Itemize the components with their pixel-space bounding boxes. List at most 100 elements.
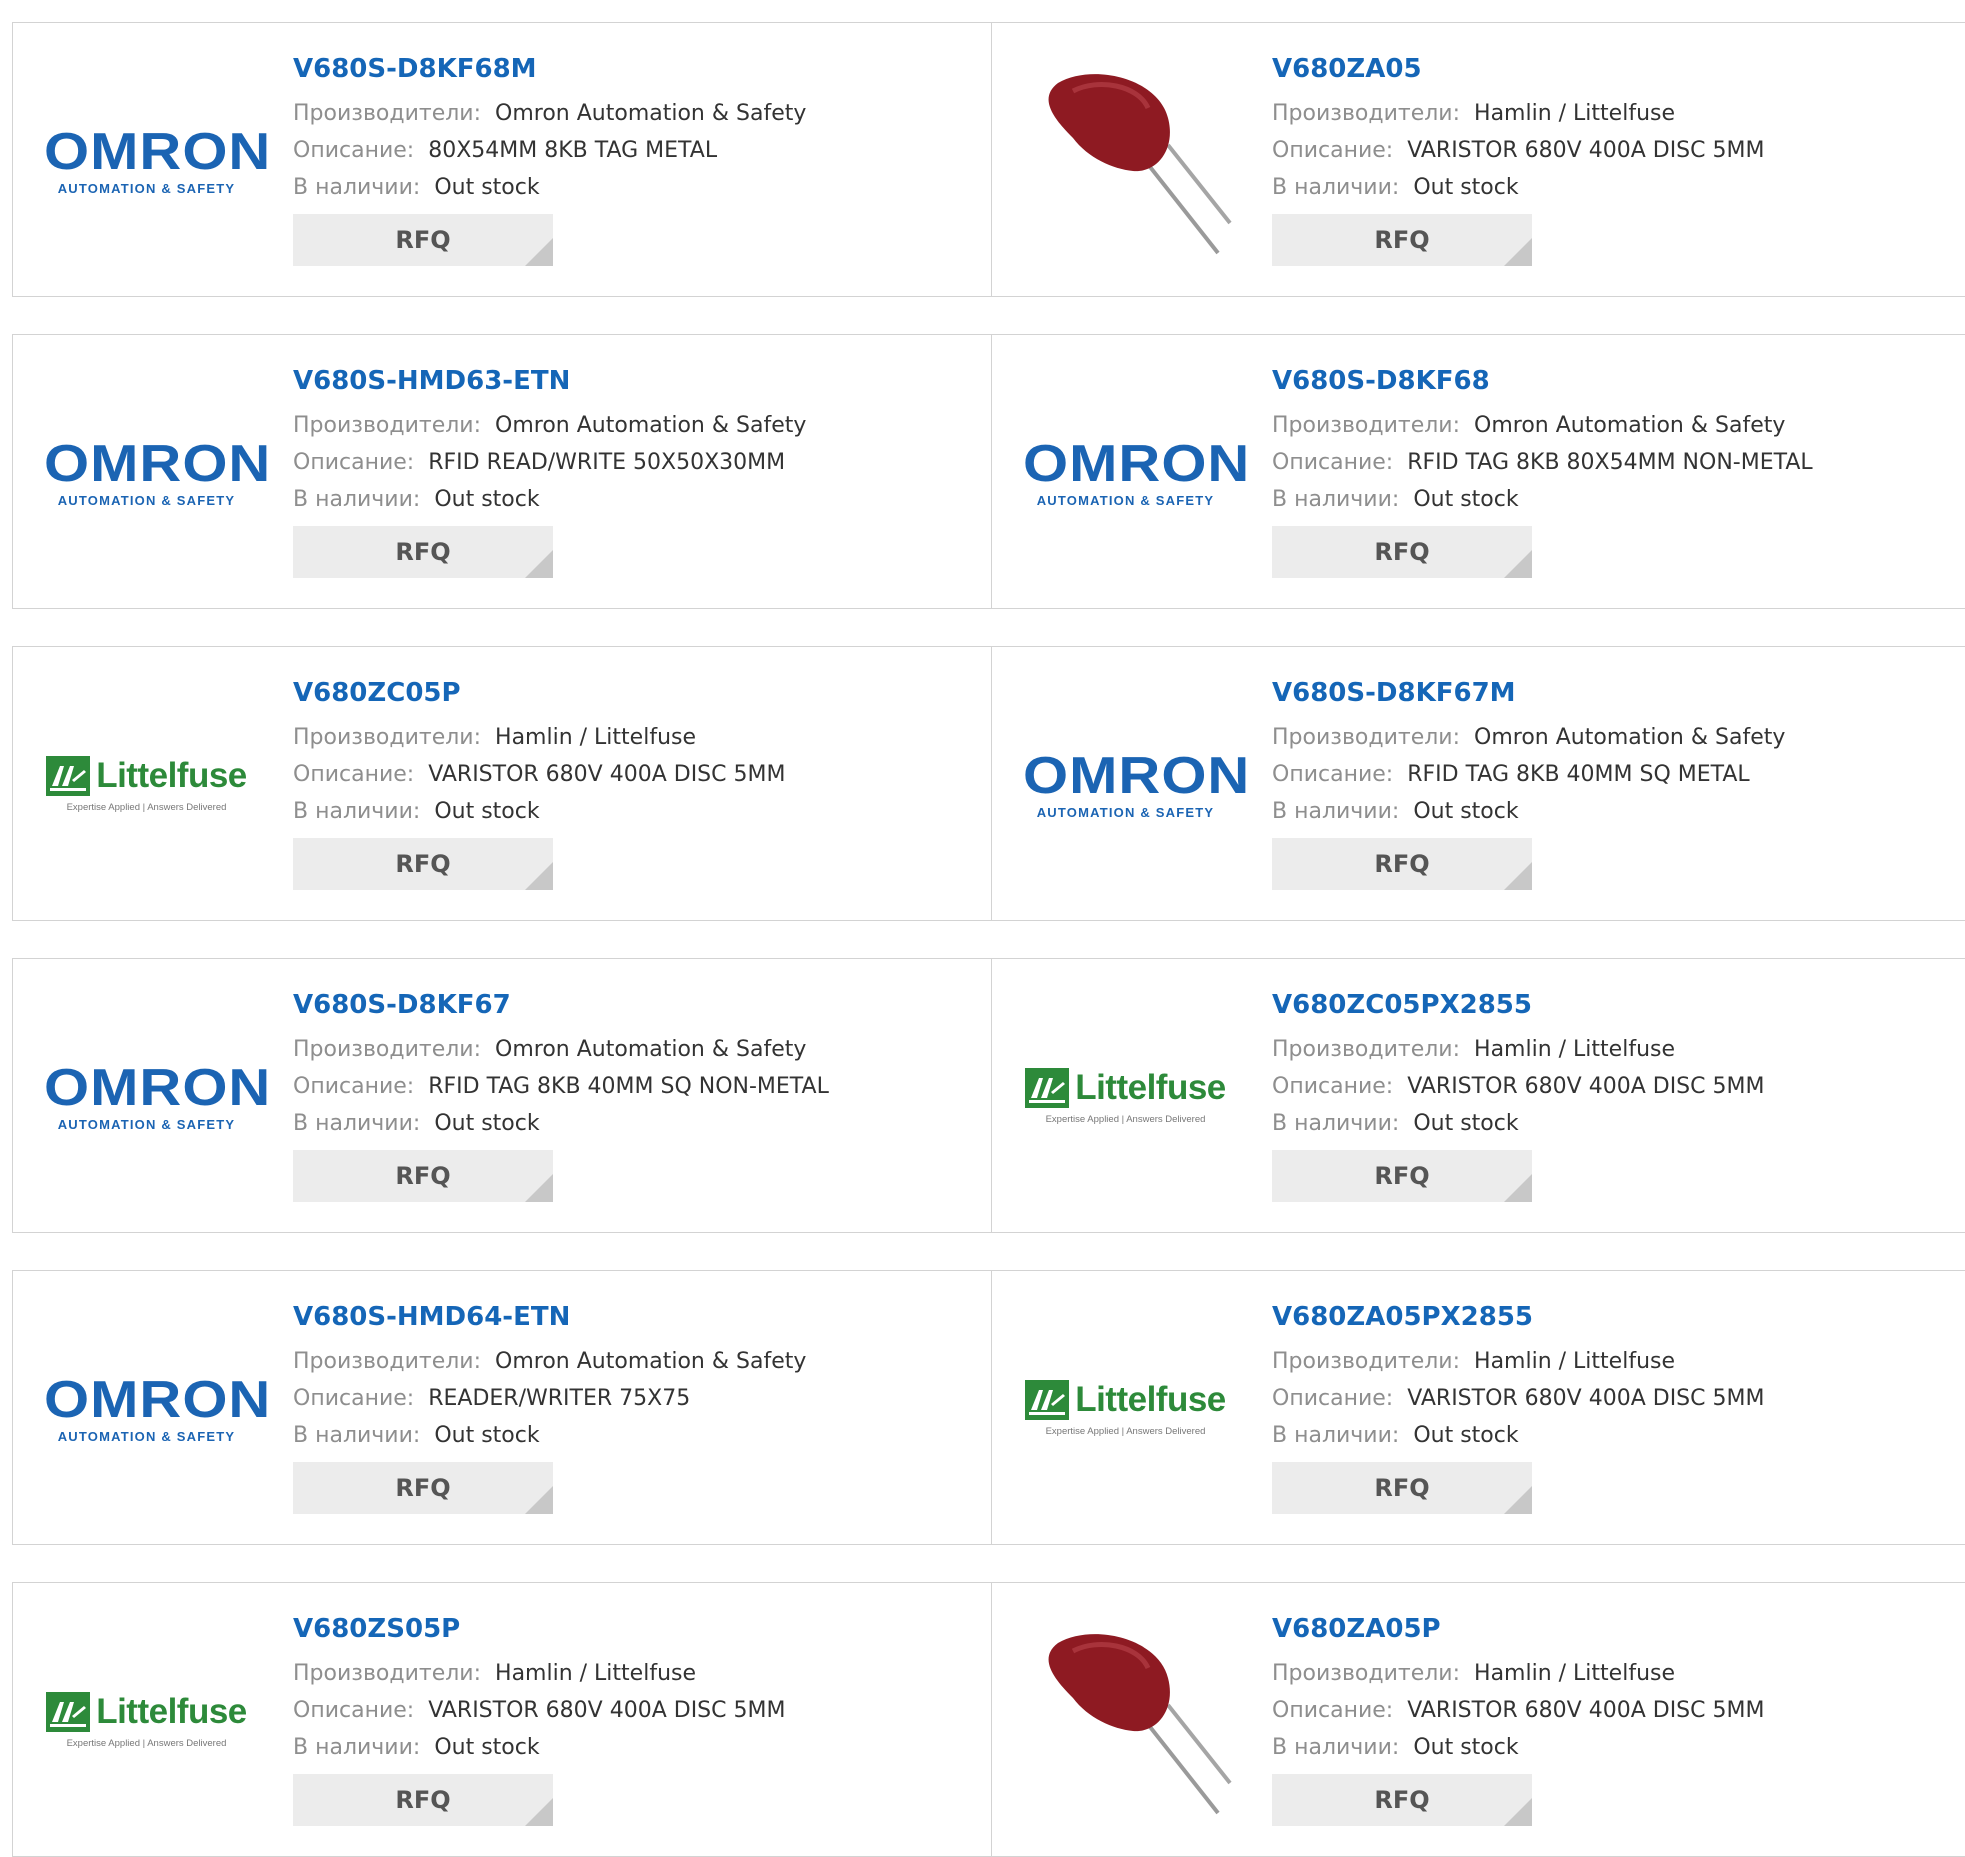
rfq-button-label: RFQ (1374, 538, 1430, 566)
manufacturer-logo: Littelfuse Expertise Applied | Answers De… (1018, 999, 1233, 1194)
manufacturer-label: Производители: (293, 1349, 482, 1374)
rfq-button[interactable]: RFQ (1272, 838, 1532, 890)
manufacturer-label: Производители: (293, 1661, 482, 1686)
description-label: Описание: (1272, 1386, 1394, 1411)
rfq-button-label: RFQ (395, 1786, 451, 1814)
stock-label: В наличии: (1272, 487, 1400, 512)
manufacturer-logo: OMRON AUTOMATION & SAFETY (1018, 687, 1251, 882)
part-number-link[interactable]: V680S-HMD64-ETN (293, 1301, 971, 1333)
part-number-link[interactable]: V680S-D8KF68M (293, 53, 971, 85)
rfq-corner-decoration (1504, 862, 1532, 890)
stock-line: В наличии: Out stock (1272, 1729, 1949, 1766)
manufacturer-value: Omron Automation & Safety (1474, 413, 1786, 438)
product-card: Littelfuse Expertise Applied | Answers De… (13, 647, 991, 920)
littelfuse-logo-word: Littelfuse (96, 756, 247, 795)
omron-logo: OMRON AUTOMATION & SAFETY (1023, 746, 1251, 820)
stock-value: Out stock (1413, 1423, 1519, 1448)
stock-label: В наличии: (1272, 1423, 1400, 1448)
part-number-link[interactable]: V680ZC05PX2855 (1272, 989, 1949, 1021)
littelfuse-mark-icon (1025, 1380, 1070, 1420)
manufacturer-line: Производители: Hamlin / Littelfuse (1272, 1655, 1949, 1692)
description-line: Описание: VARISTOR 680V 400A DISC 5MM (293, 1692, 971, 1729)
littelfuse-logo-tagline: Expertise Applied | Answers Delivered (66, 1738, 227, 1749)
description-line: Описание: 80X54MM 8KB TAG METAL (293, 132, 971, 169)
product-card: Littelfuse Expertise Applied | Answers De… (991, 1271, 1965, 1544)
part-number-link[interactable]: V680S-D8KF67 (293, 989, 971, 1021)
manufacturer-logo: Littelfuse Expertise Applied | Answers De… (39, 687, 254, 882)
littelfuse-logo: Littelfuse Expertise Applied | Answers De… (44, 756, 249, 813)
stock-value: Out stock (1413, 799, 1519, 824)
littelfuse-mark-icon (1025, 1068, 1070, 1108)
description-line: Описание: VARISTOR 680V 400A DISC 5MM (1272, 1692, 1949, 1729)
manufacturer-label: Производители: (293, 413, 482, 438)
description-value: READER/WRITER 75X75 (428, 1386, 691, 1411)
rfq-button[interactable]: RFQ (293, 1150, 553, 1202)
manufacturer-line: Производители: Hamlin / Littelfuse (293, 1655, 971, 1692)
rfq-corner-decoration (525, 1486, 553, 1514)
manufacturer-value: Omron Automation & Safety (495, 1037, 807, 1062)
stock-value: Out stock (434, 487, 540, 512)
stock-label: В наличии: (293, 1111, 421, 1136)
description-value: RFID TAG 8KB 40MM SQ NON-METAL (428, 1074, 829, 1099)
rfq-button-label: RFQ (395, 226, 451, 254)
description-line: Описание: RFID TAG 8KB 40MM SQ METAL (1272, 756, 1949, 793)
littelfuse-logo-word: Littelfuse (1075, 1380, 1226, 1419)
part-number-link[interactable]: V680ZA05 (1272, 53, 1949, 85)
rfq-button[interactable]: RFQ (1272, 1774, 1532, 1826)
stock-label: В наличии: (293, 487, 421, 512)
product-card: OMRON AUTOMATION & SAFETY V680S-D8KF67M Про… (991, 647, 1965, 920)
manufacturer-line: Производители: Omron Automation & Safety (293, 95, 971, 132)
rfq-button[interactable]: RFQ (293, 1774, 553, 1826)
manufacturer-line: Производители: Omron Automation & Safety (293, 1343, 971, 1380)
stock-line: В наличии: Out stock (293, 1417, 971, 1454)
stock-line: В наличии: Out stock (1272, 169, 1949, 206)
manufacturer-logo: OMRON AUTOMATION & SAFETY (39, 375, 270, 570)
part-number-link[interactable]: V680S-D8KF68 (1272, 365, 1949, 397)
stock-value: Out stock (434, 1111, 540, 1136)
littelfuse-mark-icon (46, 1692, 91, 1732)
rfq-corner-decoration (525, 550, 553, 578)
part-number-link[interactable]: V680S-D8KF67M (1272, 677, 1949, 709)
part-number-link[interactable]: V680ZS05P (293, 1613, 971, 1645)
rfq-corner-decoration (525, 862, 553, 890)
manufacturer-logo: OMRON AUTOMATION & SAFETY (39, 63, 270, 258)
manufacturer-label: Производители: (293, 101, 482, 126)
part-number-link[interactable]: V680ZC05P (293, 677, 971, 709)
littelfuse-logo-tagline: Expertise Applied | Answers Delivered (1045, 1426, 1206, 1437)
rfq-button[interactable]: RFQ (293, 838, 553, 890)
rfq-button-label: RFQ (395, 538, 451, 566)
part-number-link[interactable]: V680S-HMD63-ETN (293, 365, 971, 397)
stock-value: Out stock (1413, 175, 1519, 200)
part-number-link[interactable]: V680ZA05PX2855 (1272, 1301, 1949, 1333)
product-row: OMRON AUTOMATION & SAFETY V680S-D8KF67 Прои… (12, 958, 1965, 1233)
rfq-button[interactable]: RFQ (1272, 214, 1532, 266)
manufacturer-value: Omron Automation & Safety (495, 101, 807, 126)
varistor-image (1048, 74, 1232, 255)
stock-value: Out stock (434, 175, 540, 200)
littelfuse-logo: Littelfuse Expertise Applied | Answers De… (1023, 1380, 1228, 1437)
rfq-button[interactable]: RFQ (293, 214, 553, 266)
omron-logo: OMRON AUTOMATION & SAFETY (44, 437, 270, 508)
description-value: VARISTOR 680V 400A DISC 5MM (1407, 1386, 1765, 1411)
description-label: Описание: (1272, 1698, 1394, 1723)
description-value: VARISTOR 680V 400A DISC 5MM (428, 762, 786, 787)
rfq-button[interactable]: RFQ (293, 526, 553, 578)
description-label: Описание: (293, 762, 415, 787)
rfq-button[interactable]: RFQ (1272, 526, 1532, 578)
description-label: Описание: (293, 450, 415, 475)
stock-value: Out stock (434, 1423, 540, 1448)
product-info: V680S-D8KF67M Производители: Omron Automat… (1272, 677, 1949, 890)
rfq-button-label: RFQ (395, 1162, 451, 1190)
description-line: Описание: RFID READ/WRITE 50X50X30MM (293, 444, 971, 481)
manufacturer-logo: OMRON AUTOMATION & SAFETY (39, 1311, 270, 1506)
part-number-link[interactable]: V680ZA05P (1272, 1613, 1949, 1645)
rfq-button[interactable]: RFQ (1272, 1462, 1532, 1514)
rfq-button[interactable]: RFQ (1272, 1150, 1532, 1202)
varistor-image (1048, 1634, 1232, 1815)
omron-logo-word: OMRON (1023, 746, 1251, 805)
omron-logo-subtitle: AUTOMATION & SAFETY (57, 1117, 236, 1132)
manufacturer-logo: OMRON AUTOMATION & SAFETY (1018, 375, 1249, 570)
manufacturer-value: Hamlin / Littelfuse (1474, 1349, 1676, 1374)
rfq-button[interactable]: RFQ (293, 1462, 553, 1514)
manufacturer-line: Производители: Omron Automation & Safety (293, 407, 971, 444)
